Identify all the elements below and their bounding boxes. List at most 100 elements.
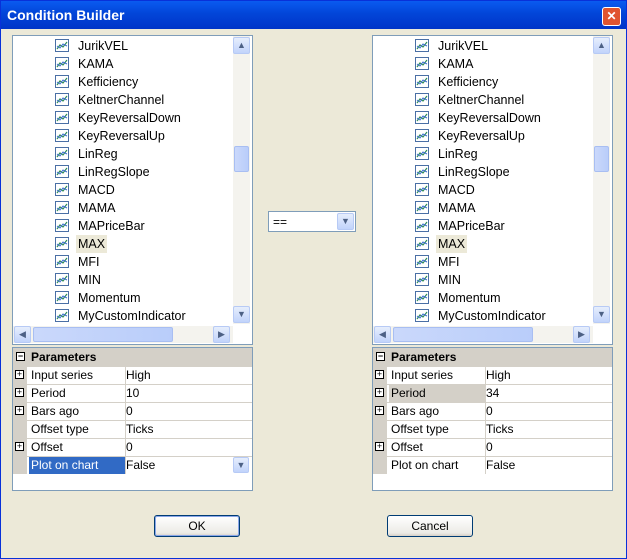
parameter-row[interactable]: Plot on chart False <box>373 456 612 474</box>
parameter-value[interactable]: 10 <box>126 385 139 402</box>
parameter-value[interactable]: False <box>486 457 515 474</box>
list-item-label: LinRegSlope <box>438 165 510 179</box>
scroll-thumb[interactable] <box>594 146 609 172</box>
parameter-value[interactable]: 0 <box>486 439 493 456</box>
row-gutter: + <box>373 403 387 420</box>
chart-line-icon <box>55 39 69 52</box>
row-gutter <box>373 421 387 438</box>
parameter-row[interactable]: + Bars ago 0 <box>13 402 252 420</box>
parameter-row[interactable]: + Bars ago 0 <box>373 402 612 420</box>
expand-icon[interactable]: + <box>15 388 24 397</box>
parameter-value[interactable]: False <box>126 457 155 474</box>
list-item-label: KAMA <box>78 57 114 71</box>
right-indicator-list[interactable]: JurikVEL KAMA Kefficiency KeltnerChannel Key… <box>372 35 613 345</box>
scroll-up-button[interactable]: ▲ <box>233 37 250 54</box>
row-gutter <box>13 421 27 438</box>
chevron-down-icon[interactable]: ▼ <box>233 457 249 473</box>
ok-button[interactable]: OK <box>154 515 240 537</box>
scroll-left-button[interactable]: ◀ <box>14 326 31 343</box>
parameter-row[interactable]: Offset type Ticks <box>373 420 612 438</box>
chart-line-icon <box>55 255 69 268</box>
parameter-value[interactable]: High <box>486 367 511 384</box>
list-item-label: MAPriceBar <box>78 219 145 233</box>
chevron-down-icon[interactable]: ▼ <box>337 213 354 230</box>
expand-icon[interactable]: + <box>375 406 384 415</box>
parameter-value[interactable]: High <box>126 367 151 384</box>
list-item-label: MyCustomIndicator <box>78 309 186 323</box>
list-item-label: MFI <box>438 255 460 269</box>
list-item-label: MACD <box>78 183 115 197</box>
chart-line-icon <box>415 255 429 268</box>
left-parameters-grid: − Parameters + Input series High + Period 10 +… <box>12 347 253 491</box>
list-item-label: KAMA <box>438 57 474 71</box>
scroll-left-button[interactable]: ◀ <box>374 326 391 343</box>
parameter-value[interactable]: 0 <box>126 403 133 420</box>
list-item-label: LinReg <box>78 147 118 161</box>
scroll-down-button[interactable]: ▼ <box>233 306 250 323</box>
right-vertical-scrollbar[interactable]: ▲ ▼ <box>593 36 610 324</box>
list-item-label: MyCustomIndicator <box>438 309 546 323</box>
list-item-label: Momentum <box>438 291 501 305</box>
row-gutter: + <box>13 385 27 402</box>
parameter-value[interactable]: 0 <box>126 439 133 456</box>
parameter-row[interactable]: + Offset 0 <box>13 438 252 456</box>
parameter-row[interactable]: + Input series High <box>373 366 612 384</box>
parameter-row[interactable]: + Period 34 <box>373 384 612 402</box>
chart-line-icon <box>55 309 69 322</box>
scroll-right-button[interactable]: ▶ <box>573 326 590 343</box>
scroll-up-button[interactable]: ▲ <box>593 37 610 54</box>
parameter-value[interactable]: 0 <box>486 403 493 420</box>
row-gutter: + <box>13 367 27 384</box>
collapse-icon[interactable]: − <box>376 352 385 361</box>
window-title: Condition Builder <box>7 7 125 23</box>
scroll-right-button[interactable]: ▶ <box>213 326 230 343</box>
list-item-label: MACD <box>438 183 475 197</box>
expand-icon[interactable]: + <box>15 406 24 415</box>
expand-icon[interactable]: + <box>15 442 24 451</box>
parameters-header-label: Parameters <box>391 350 457 364</box>
parameter-value[interactable]: Ticks <box>486 421 514 438</box>
cancel-button[interactable]: Cancel <box>387 515 473 537</box>
scroll-down-button[interactable]: ▼ <box>593 306 610 323</box>
parameter-row[interactable]: Plot on chart False ▼ <box>13 456 252 474</box>
right-horizontal-scrollbar[interactable]: ◀ ▶ <box>373 326 593 343</box>
scroll-thumb[interactable] <box>33 327 173 342</box>
row-gutter <box>373 457 387 474</box>
chart-line-icon <box>55 237 69 250</box>
expand-icon[interactable]: + <box>15 370 24 379</box>
parameter-value[interactable]: Ticks <box>126 421 154 438</box>
parameter-row[interactable]: + Offset 0 <box>373 438 612 456</box>
left-indicator-list[interactable]: JurikVEL KAMA Kefficiency KeltnerChannel Key… <box>12 35 253 345</box>
chart-line-icon <box>55 111 69 124</box>
left-horizontal-scrollbar[interactable]: ◀ ▶ <box>13 326 233 343</box>
left-vertical-scrollbar[interactable]: ▲ ▼ <box>233 36 250 324</box>
expand-icon[interactable]: + <box>375 370 384 379</box>
parameter-name: Input series <box>389 367 486 384</box>
parameter-row[interactable]: + Period 10 <box>13 384 252 402</box>
expand-icon[interactable]: + <box>375 442 384 451</box>
chart-line-icon <box>55 75 69 88</box>
list-item-label: KeyReversalDown <box>438 111 541 125</box>
parameters-header[interactable]: − Parameters <box>13 348 252 366</box>
operator-select[interactable]: == ▼ <box>268 211 356 232</box>
row-gutter: + <box>13 439 27 456</box>
parameter-name: Period <box>389 385 486 402</box>
list-item-label: MFI <box>78 255 100 269</box>
list-item-label: KeyReversalDown <box>78 111 181 125</box>
operator-value: == <box>273 215 288 229</box>
parameters-header[interactable]: − Parameters <box>373 348 612 366</box>
chart-line-icon <box>415 165 429 178</box>
list-item-label: Momentum <box>78 291 141 305</box>
parameter-row[interactable]: + Input series High <box>13 366 252 384</box>
parameter-value[interactable]: 34 <box>486 385 499 402</box>
chart-line-icon <box>55 93 69 106</box>
close-button[interactable]: ✕ <box>602 7 621 26</box>
list-item-label: Kefficiency <box>78 75 139 89</box>
right-parameters-grid: − Parameters + Input series High + Period 34 +… <box>372 347 613 491</box>
scroll-thumb[interactable] <box>393 327 533 342</box>
collapse-icon[interactable]: − <box>16 352 25 361</box>
parameter-row[interactable]: Offset type Ticks <box>13 420 252 438</box>
scroll-thumb[interactable] <box>234 146 249 172</box>
chart-line-icon <box>55 147 69 160</box>
expand-icon[interactable]: + <box>375 388 384 397</box>
